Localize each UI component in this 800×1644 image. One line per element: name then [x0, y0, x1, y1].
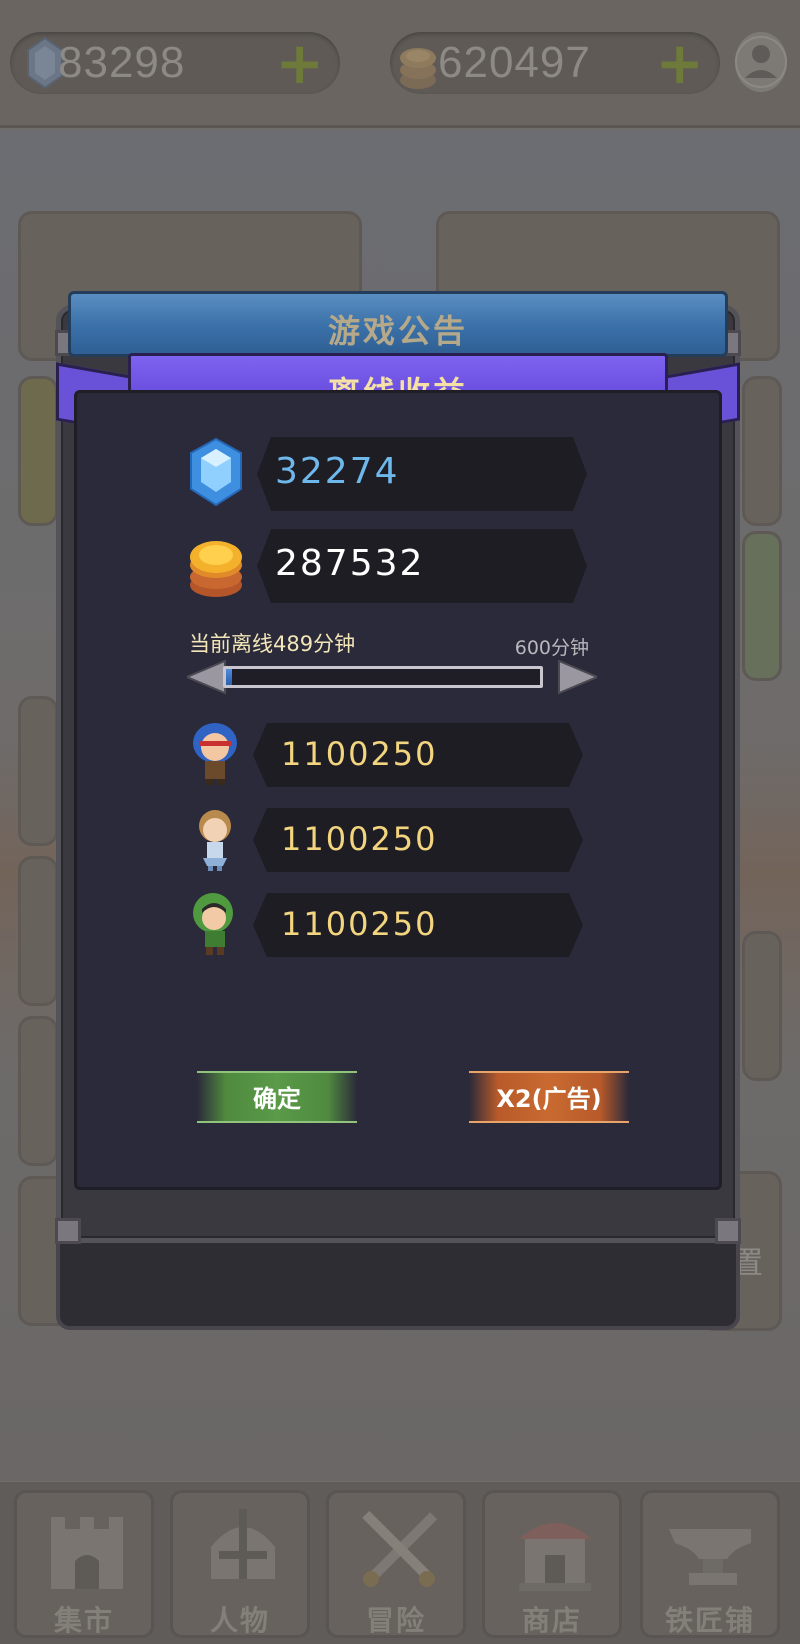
coin-reward-box: 287532: [257, 529, 587, 603]
gem-reward-row: 32274: [77, 435, 725, 511]
nav-tab-adventure[interactable]: 冒险: [326, 1490, 466, 1638]
nav-tab-label: 冒险: [365, 1604, 426, 1637]
double-reward-ad-button[interactable]: X2(广告): [469, 1071, 629, 1123]
hero-reward-row: 1100250: [77, 723, 725, 787]
bottom-navigation: 集市 人物 冒险 商店 铁匠铺: [0, 1482, 800, 1644]
coin-counter: 620497 +: [390, 32, 720, 94]
background-card: [742, 931, 782, 1081]
blue-hair-warrior-icon: [193, 723, 237, 785]
nav-tab-market[interactable]: 集市: [14, 1490, 154, 1638]
nav-tab-label: 商店: [521, 1604, 582, 1637]
nav-tab-shop[interactable]: 商店: [482, 1490, 622, 1638]
hero-reward-value: 1100250: [281, 820, 438, 858]
nav-tab-character[interactable]: 人物: [170, 1490, 310, 1638]
gem-counter: 83298 +: [10, 32, 340, 94]
offline-rewards-dialog: 游戏公告 离线收益 32274: [55, 285, 741, 1244]
background-card: [18, 1016, 58, 1166]
gem-reward-box: 32274: [257, 437, 587, 511]
add-gems-button[interactable]: +: [275, 34, 324, 92]
hero-reward-row: 1100250: [77, 893, 725, 957]
crossed-swords-icon: [362, 1510, 438, 1587]
add-coins-button[interactable]: +: [655, 34, 704, 92]
frame-corner: [715, 1218, 741, 1244]
castle-icon: [51, 1517, 123, 1589]
nav-tab-blacksmith[interactable]: 铁匠铺: [640, 1490, 780, 1638]
hero-reward-value: 1100250: [281, 905, 438, 943]
nav-tab-label: 人物: [209, 1604, 270, 1637]
resource-bar: 83298 + 620497 +: [0, 0, 800, 128]
shop-icon: [519, 1523, 591, 1591]
blonde-girl-icon: [199, 810, 231, 871]
gem-count: 83298: [58, 38, 186, 87]
offline-progress-bar: [187, 655, 597, 699]
background-card: [18, 376, 58, 526]
nav-tab-label: 集市: [53, 1604, 114, 1637]
anvil-icon: [669, 1529, 751, 1585]
frame-corner: [55, 1218, 81, 1244]
helmet-icon: [211, 1509, 275, 1579]
progress-track: [223, 666, 543, 688]
green-hood-archer-icon: [193, 893, 233, 955]
announcement-header: 游戏公告: [68, 291, 728, 357]
hero-reward-box: 1100250: [253, 893, 583, 957]
background-card: [742, 376, 782, 526]
gem-icon: [190, 437, 242, 507]
user-avatar-icon: [735, 36, 787, 88]
progress-fill: [226, 669, 233, 685]
user-avatar-button[interactable]: [735, 32, 787, 92]
hero-reward-value: 1100250: [281, 735, 438, 773]
confirm-button[interactable]: 确定: [197, 1071, 357, 1123]
coin-stack-icon: [400, 48, 436, 89]
background-card: [18, 696, 58, 846]
coin-reward-value: 287532: [275, 543, 425, 584]
coin-reward-row: 287532: [77, 527, 725, 603]
hero-reward-box: 1100250: [253, 723, 583, 787]
background-card: [742, 531, 782, 681]
announcement-title: 游戏公告: [327, 312, 468, 350]
background-card: [18, 856, 58, 1006]
dialog-content: 32274 287532 当前离线489分钟 600分钟 1100250 110…: [74, 390, 722, 1190]
offline-time-label: 当前离线489分钟: [189, 632, 356, 656]
coin-stack-icon: [190, 541, 242, 597]
gem-reward-value: 32274: [275, 451, 400, 492]
nav-tab-label: 铁匠铺: [664, 1604, 755, 1637]
hero-reward-row: 1100250: [77, 808, 725, 872]
hero-reward-box: 1100250: [253, 808, 583, 872]
coin-count: 620497: [438, 38, 591, 87]
